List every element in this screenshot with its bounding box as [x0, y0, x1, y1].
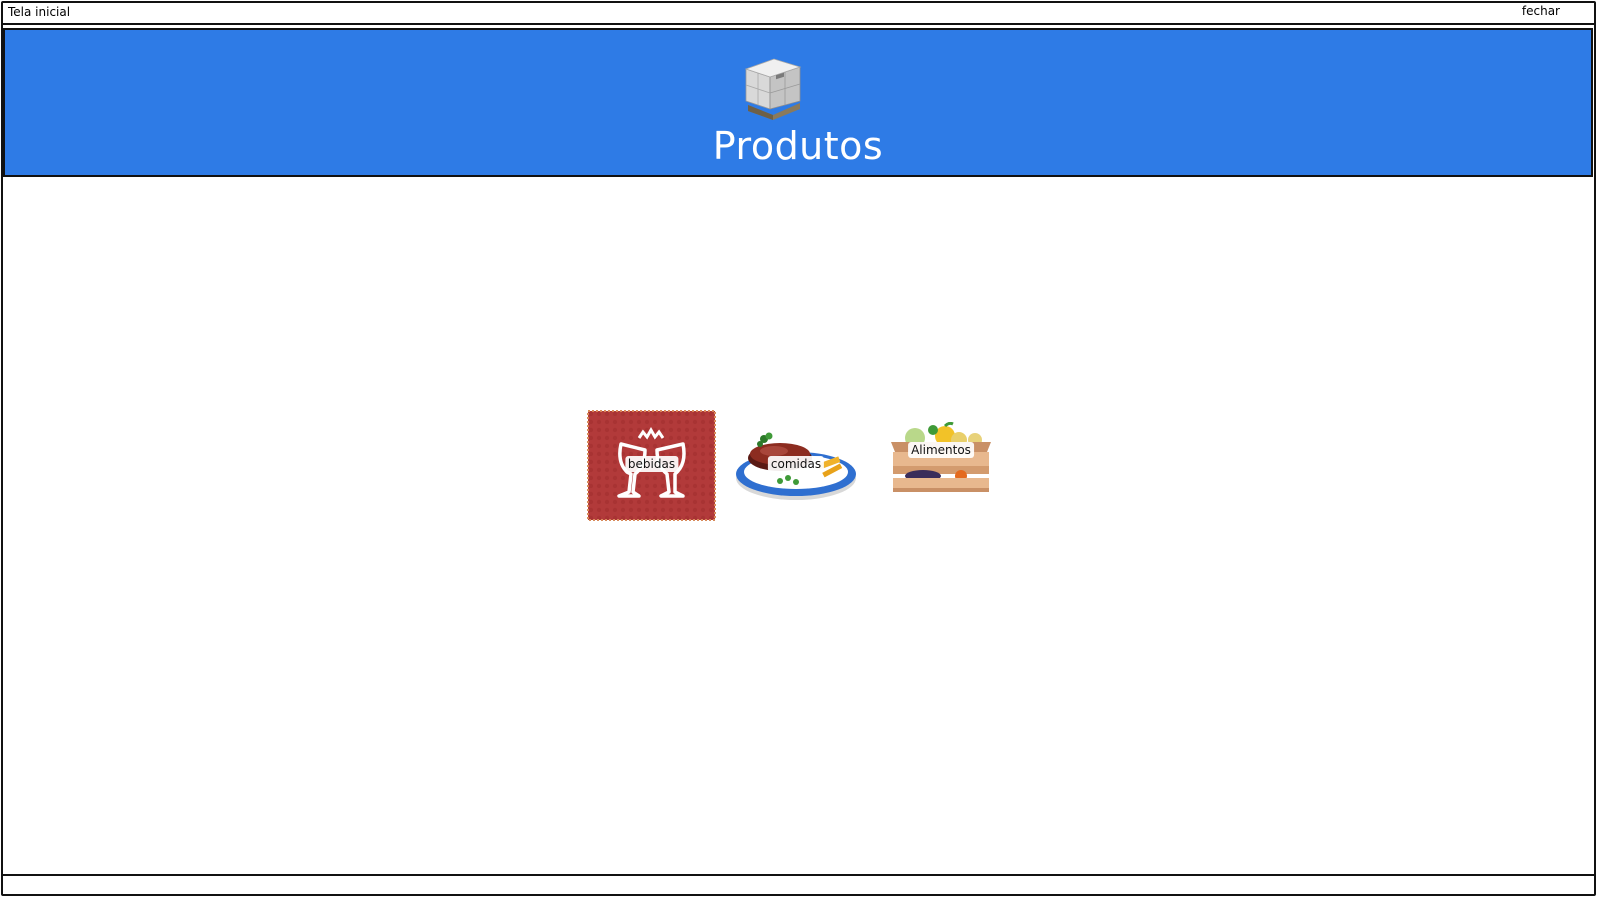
boxes-pallet-icon — [744, 58, 802, 120]
category-tile-comidas[interactable]: comidas — [734, 430, 858, 502]
category-label-bebidas: bebidas — [624, 456, 679, 472]
category-tile-alimentos[interactable]: Alimentos — [889, 421, 993, 497]
page-title: Produtos — [712, 124, 884, 168]
vegetable-crate-icon — [891, 421, 991, 492]
category-label-alimentos: Alimentos — [908, 442, 974, 458]
category-label-comidas: comidas — [767, 456, 825, 472]
close-button[interactable]: fechar — [1522, 4, 1560, 18]
page-header: Produtos — [3, 28, 1593, 177]
category-tile-bebidas[interactable]: bebidas — [587, 410, 716, 521]
status-bar-divider — [1, 874, 1596, 876]
window-title: Tela inicial — [8, 5, 71, 19]
title-bar: Tela inicial fechar — [1, 1, 1596, 25]
